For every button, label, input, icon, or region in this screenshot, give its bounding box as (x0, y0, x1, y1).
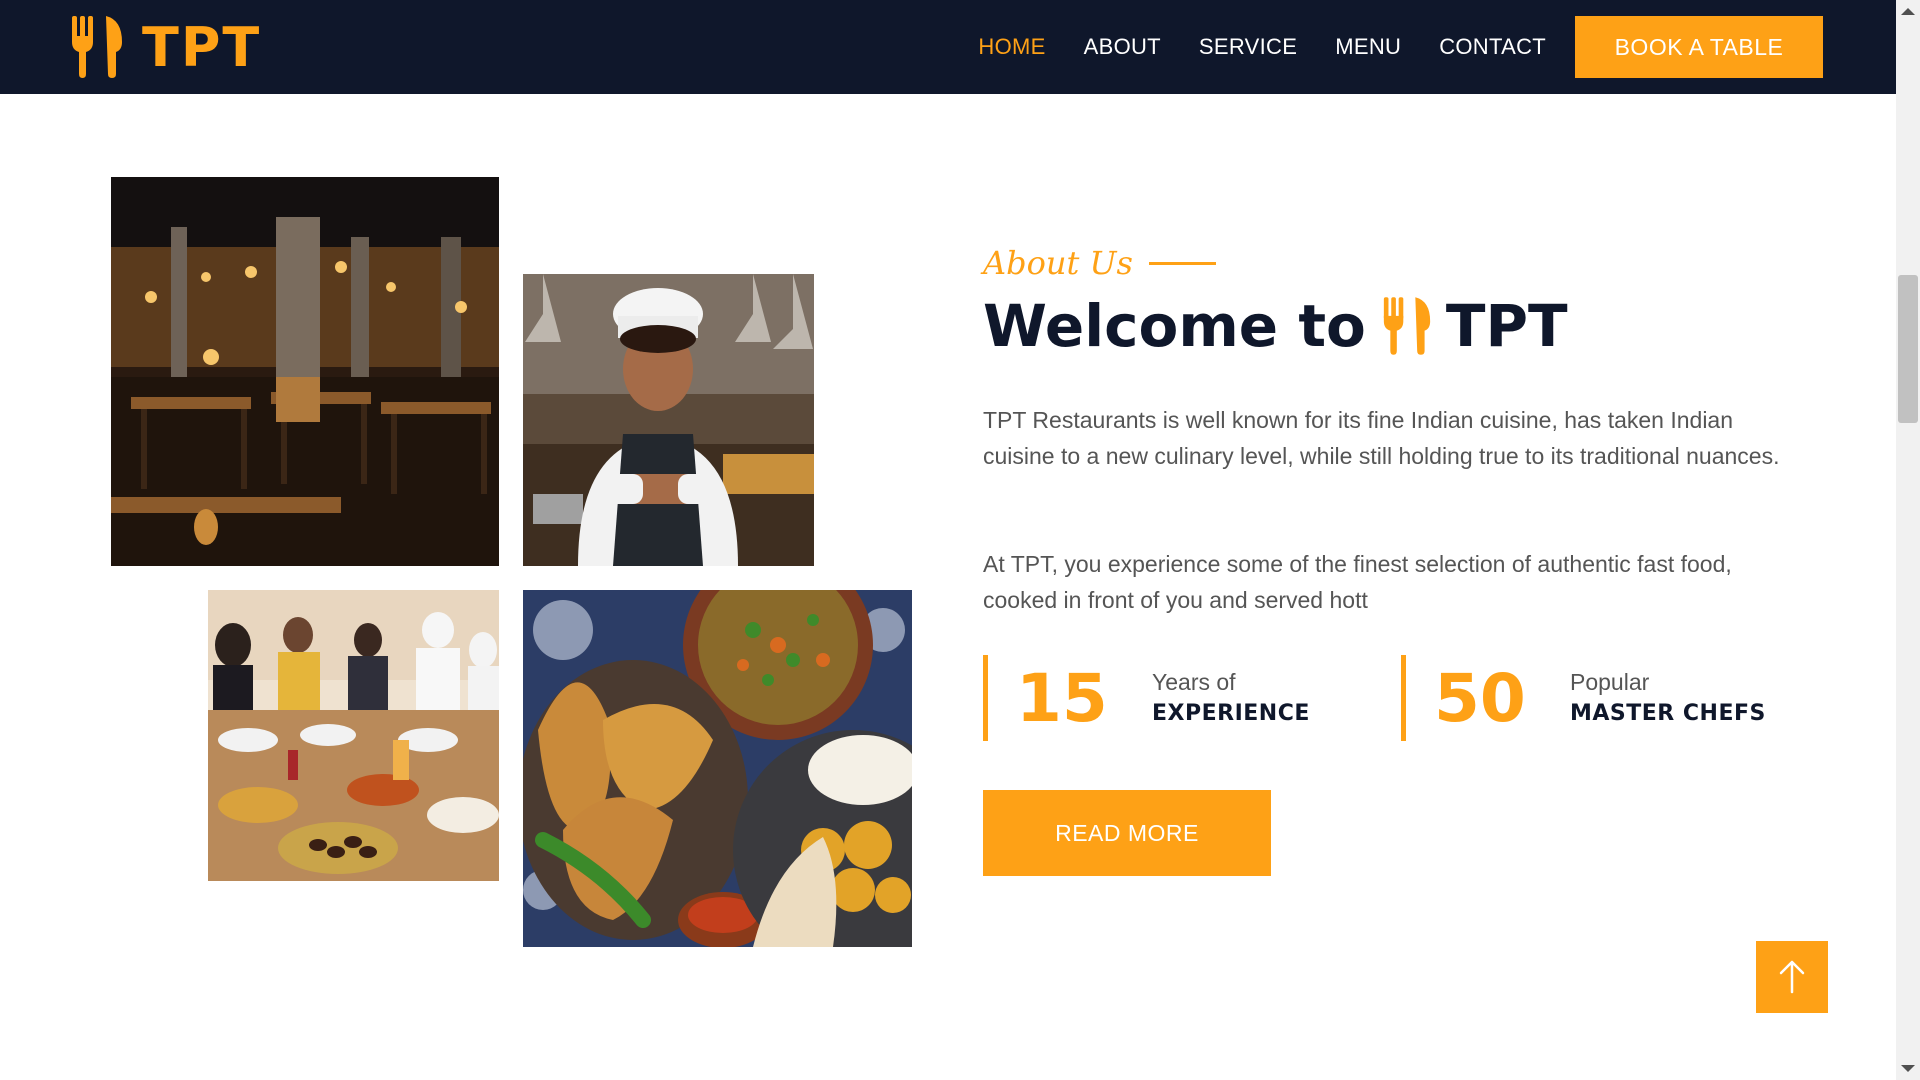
section-tag-label: About Us (983, 244, 1133, 282)
about-headline: Welcome to TPT (983, 292, 1568, 360)
scroll-down-arrow-icon[interactable] (1901, 1065, 1915, 1072)
samosa-platter-image (523, 590, 912, 947)
restaurant-interior-image (111, 177, 499, 566)
page-scrollbar[interactable] (1896, 0, 1920, 1080)
nav-service[interactable]: SERVICE (1199, 34, 1297, 60)
nav-menu[interactable]: MENU (1335, 34, 1401, 60)
stat-label-bottom: MASTER CHEFS (1570, 701, 1766, 726)
stat-experience: 15 Years of EXPERIENCE (983, 655, 1310, 741)
section-tag-line (1148, 261, 1216, 265)
read-more-button[interactable]: READ MORE (983, 790, 1271, 876)
stat-label-top: Years of (1152, 669, 1236, 695)
about-paragraph-2: At TPT, you experience some of the fines… (983, 551, 1732, 613)
nav-about[interactable]: ABOUT (1084, 34, 1161, 60)
arrow-up-icon (1779, 960, 1805, 994)
headline-prefix: Welcome to (983, 292, 1366, 360)
nav-home[interactable]: HOME (978, 34, 1045, 60)
nav-contact[interactable]: CONTACT (1439, 34, 1546, 60)
utensils-icon (72, 16, 122, 78)
top-navbar: TPT HOME ABOUT SERVICE MENU CONTACT BOOK… (0, 0, 1896, 94)
scrollbar-thumb[interactable] (1898, 275, 1918, 423)
stat-label-top: Popular (1570, 669, 1650, 695)
stat-label-bottom: EXPERIENCE (1152, 701, 1310, 726)
book-table-button[interactable]: BOOK A TABLE (1575, 16, 1823, 78)
back-to-top-button[interactable] (1756, 941, 1828, 1013)
brand-name: TPT (142, 15, 262, 79)
stat-number: 50 (1434, 659, 1526, 737)
stat-number: 15 (1016, 659, 1108, 737)
utensils-icon (1383, 297, 1431, 355)
about-paragraph-1: TPT Restaurants is well known for its fi… (983, 407, 1780, 469)
brand-logo[interactable]: TPT (70, 12, 261, 82)
scroll-up-arrow-icon[interactable] (1901, 8, 1915, 15)
chef-image (523, 274, 814, 566)
headline-brand: TPT (1445, 292, 1568, 360)
stat-master-chefs: 50 Popular MASTER CHEFS (1401, 655, 1766, 741)
main-nav: HOME ABOUT SERVICE MENU CONTACT (940, 0, 1546, 94)
family-dinner-image (208, 590, 499, 881)
section-tag: About Us (983, 244, 1216, 282)
